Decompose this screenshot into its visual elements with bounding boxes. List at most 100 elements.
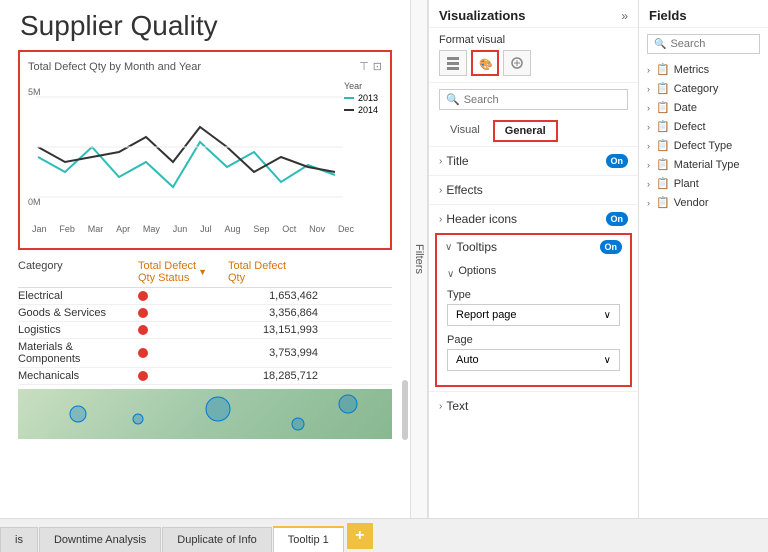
viz-search-box[interactable]: 🔍 — [439, 89, 628, 110]
header-icons-toggle[interactable]: On — [606, 212, 629, 226]
scroll-bar[interactable] — [402, 380, 408, 440]
field-metrics-label: Metrics — [674, 64, 709, 76]
tooltips-content: ∨ Options Type Report page ∨ Page Auto ∨ — [437, 259, 630, 385]
type-value: Report page — [456, 309, 517, 321]
legend-2013-label: 2013 — [358, 93, 378, 103]
x-feb: Feb — [59, 224, 75, 234]
type-label: Type — [447, 289, 620, 301]
section-effects: › Effects — [429, 175, 638, 204]
chevron-right-date-icon: › — [647, 103, 650, 113]
tooltips-header[interactable]: ∨ Tooltips On — [437, 235, 630, 259]
field-item-defect-type[interactable]: › 📋 Defect Type — [639, 136, 768, 155]
viz-search-input[interactable] — [464, 94, 621, 106]
row-qty-2: 13,151,993 — [228, 324, 328, 336]
section-header-icons-header[interactable]: › Header icons On — [429, 205, 638, 233]
filter-icon[interactable]: ⊤ — [359, 60, 369, 73]
field-item-date[interactable]: › 📋 Date — [639, 98, 768, 117]
page-label: Page — [447, 334, 620, 346]
chevron-down-tooltips-icon: ∨ — [445, 242, 452, 253]
status-dot-1 — [138, 308, 148, 318]
row-qty-4: 18,285,712 — [228, 370, 328, 382]
row-category-2: Logistics — [18, 324, 138, 336]
status-dot-4 — [138, 371, 148, 381]
field-plant-label: Plant — [674, 178, 699, 190]
report-title: Supplier Quality — [10, 10, 400, 42]
title-toggle[interactable]: On — [606, 154, 629, 168]
add-tab-button[interactable]: + — [347, 523, 373, 549]
x-may: May — [143, 224, 160, 234]
visualizations-panel: Visualizations » Format visual 🎨 🔍 — [428, 0, 638, 518]
x-dec: Dec — [338, 224, 354, 234]
tab-is[interactable]: is — [0, 527, 38, 552]
table-defect-type-icon: 📋 — [656, 139, 670, 152]
chevron-right-plant-icon: › — [647, 179, 650, 189]
fields-search-input[interactable] — [670, 38, 753, 50]
field-vendor-label: Vendor — [674, 197, 709, 209]
field-item-metrics[interactable]: › 📋 Metrics — [639, 60, 768, 79]
legend-year-label: Year — [344, 81, 378, 91]
expand-icon[interactable]: ⊡ — [373, 60, 382, 73]
expand-panel-icon[interactable]: » — [621, 9, 628, 23]
map-preview — [18, 389, 392, 439]
page-dropdown[interactable]: Auto ∨ — [447, 349, 620, 371]
filters-label: Filters — [413, 244, 425, 274]
chart-container: Total Defect Qty by Month and Year ⊤ ⊡ 5… — [18, 50, 392, 250]
col-header-category: Category — [18, 260, 138, 284]
type-dropdown[interactable]: Report page ∨ — [447, 304, 620, 326]
field-material-type-label: Material Type — [674, 159, 740, 171]
section-title: › Title On — [429, 146, 638, 175]
field-date-label: Date — [674, 102, 697, 114]
chart-legend: Year 2013 2014 — [344, 81, 378, 117]
table-row: Electrical 1,653,462 — [18, 288, 392, 305]
section-effects-header[interactable]: › Effects — [429, 176, 638, 204]
canvas-area: Supplier Quality Total Defect Qty by Mon… — [0, 0, 410, 518]
tooltips-toggle[interactable]: On — [600, 240, 623, 254]
x-aug: Aug — [225, 224, 241, 234]
row-qty-3: 3,753,994 — [228, 347, 328, 359]
chart-title: Total Defect Qty by Month and Year — [28, 61, 201, 73]
section-title-header[interactable]: › Title On — [429, 147, 638, 175]
svg-text:🎨: 🎨 — [479, 57, 492, 70]
section-text-header[interactable]: › Text — [429, 392, 638, 420]
legend-2014-label: 2014 — [358, 105, 378, 115]
section-title-label: Title — [446, 154, 605, 168]
tab-tooltip-1[interactable]: Tooltip 1 — [273, 526, 344, 552]
format-visual-btn[interactable]: 🎨 — [471, 50, 499, 76]
table-defect-icon: 📋 — [656, 120, 670, 133]
sort-icon[interactable]: ▼ — [198, 267, 207, 277]
tab-downtime-analysis[interactable]: Downtime Analysis — [39, 527, 161, 552]
row-qty-1: 3,356,864 — [228, 307, 328, 319]
field-item-defect[interactable]: › 📋 Defect — [639, 117, 768, 136]
chevron-right-vendor-icon: › — [647, 198, 650, 208]
bottom-tabs-bar: is Downtime Analysis Duplicate of Info T… — [0, 518, 768, 552]
tab-general[interactable]: General — [493, 120, 558, 142]
field-item-vendor[interactable]: › 📋 Vendor — [639, 193, 768, 212]
table-row: Goods & Services 3,356,864 — [18, 305, 392, 322]
format-toolbar: Format visual 🎨 — [429, 28, 638, 83]
legend-dot-2014 — [344, 109, 354, 111]
field-item-plant[interactable]: › 📋 Plant — [639, 174, 768, 193]
chevron-right-material-type-icon: › — [647, 160, 650, 170]
field-defect-label: Defect — [674, 121, 706, 133]
table-vendor-icon: 📋 — [656, 196, 670, 209]
tooltips-label: Tooltips — [456, 240, 599, 254]
page-value: Auto — [456, 354, 479, 366]
chevron-right-effects-icon: › — [439, 185, 442, 196]
field-defect-type-label: Defect Type — [674, 140, 733, 152]
table-row: Mechanicals 18,285,712 — [18, 368, 392, 385]
filters-sidebar[interactable]: Filters — [410, 0, 428, 518]
field-item-category[interactable]: › 📋 Category — [639, 79, 768, 98]
section-effects-label: Effects — [446, 183, 628, 197]
x-sep: Sep — [253, 224, 269, 234]
fields-search-box[interactable]: 🔍 — [647, 34, 760, 54]
status-dot-0 — [138, 291, 148, 301]
format-fields-btn[interactable] — [439, 50, 467, 76]
tooltips-section: ∨ Tooltips On ∨ Options Type Report page… — [435, 233, 632, 387]
tab-visual[interactable]: Visual — [439, 120, 491, 142]
chevron-right-category-icon: › — [647, 84, 650, 94]
chevron-right-defect-icon: › — [647, 122, 650, 132]
field-item-material-type[interactable]: › 📋 Material Type — [639, 155, 768, 174]
format-analytics-btn[interactable] — [503, 50, 531, 76]
field-category-label: Category — [674, 83, 719, 95]
tab-duplicate-of-info[interactable]: Duplicate of Info — [162, 527, 272, 552]
